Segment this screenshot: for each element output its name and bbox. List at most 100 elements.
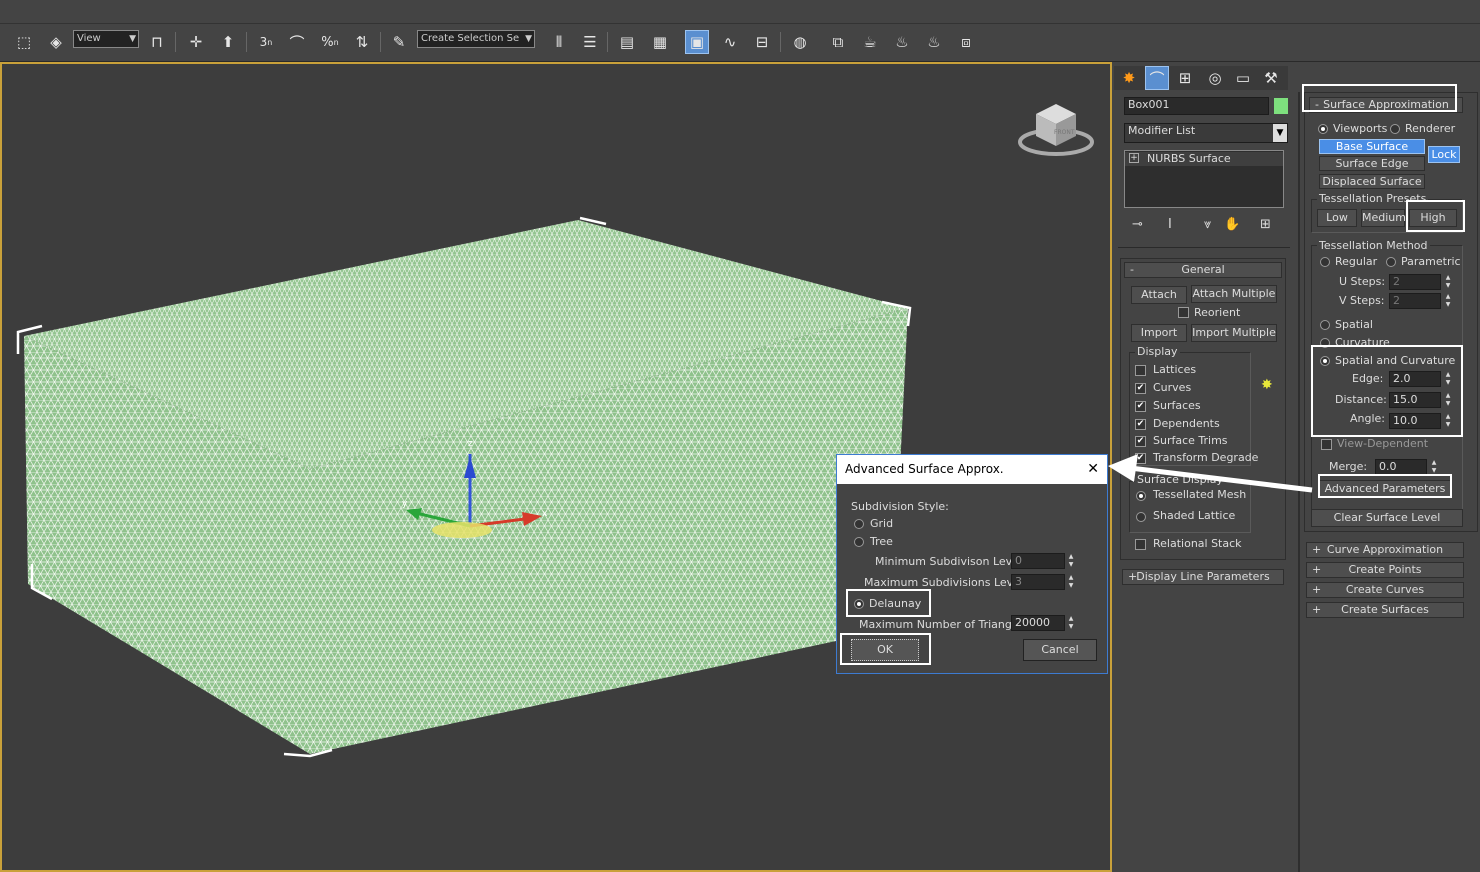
- render-teapot-icon[interactable]: ♨: [890, 30, 914, 54]
- renderer-label: Renderer: [1405, 122, 1456, 135]
- pivot-center-icon[interactable]: ⊓: [145, 30, 169, 54]
- tree-radio[interactable]: [854, 537, 864, 547]
- lattices-checkbox[interactable]: [1135, 365, 1146, 376]
- percent-snap-icon[interactable]: % n: [318, 30, 342, 54]
- viewports-radio[interactable]: [1318, 124, 1328, 134]
- schematic-view-icon[interactable]: ⊟: [750, 30, 774, 54]
- reorient-checkbox[interactable]: [1178, 307, 1189, 318]
- hierarchy-tab-icon[interactable]: ⊞: [1173, 66, 1197, 90]
- select-manipulate-icon[interactable]: ✛: [184, 30, 208, 54]
- display-line-parameters-rollout[interactable]: + Display Line Parameters: [1122, 569, 1284, 585]
- utilities-tab-icon[interactable]: ⚒: [1259, 66, 1283, 90]
- preset-low-button[interactable]: Low: [1317, 209, 1357, 227]
- viewports-label: Viewports: [1333, 122, 1388, 135]
- shaded-lattice-radio[interactable]: [1136, 512, 1146, 522]
- create-tab-icon[interactable]: ✸: [1117, 66, 1141, 90]
- stack-item[interactable]: + NURBS Surface: [1125, 152, 1283, 166]
- curves-checkbox[interactable]: ✔: [1135, 383, 1146, 394]
- render-online-icon[interactable]: ⧈: [954, 30, 978, 54]
- max-levels-spinner[interactable]: ▲ ▼: [1066, 574, 1076, 590]
- base-surface-button[interactable]: Base Surface: [1319, 139, 1425, 154]
- shaded-lattice-label: Shaded Lattice: [1153, 509, 1236, 522]
- highlight-advanced-parameters: [1318, 474, 1452, 498]
- highlight-high-preset: [1406, 200, 1465, 232]
- u-steps-spinner[interactable]: ▲ ▼: [1443, 274, 1453, 290]
- view-dependent-checkbox[interactable]: [1321, 439, 1332, 450]
- regular-radio[interactable]: [1320, 257, 1330, 267]
- align-icon[interactable]: ☰: [578, 30, 602, 54]
- create-curves-rollout[interactable]: + Create Curves: [1306, 582, 1464, 598]
- reference-coordinate-select[interactable]: View ▼: [73, 30, 139, 48]
- import-button[interactable]: Import: [1131, 324, 1187, 342]
- display-tab-icon[interactable]: ▭: [1231, 66, 1255, 90]
- material-editor-icon[interactable]: ◍: [788, 30, 812, 54]
- select-region-icon[interactable]: ⬚: [12, 30, 36, 54]
- rendered-frame-icon[interactable]: ☕: [858, 30, 882, 54]
- v-steps-spinner[interactable]: ▲ ▼: [1443, 293, 1453, 309]
- spatial-radio[interactable]: [1320, 320, 1330, 330]
- modifier-stack: + NURBS Surface: [1124, 150, 1284, 208]
- attach-multiple-button[interactable]: Attach Multiple: [1191, 285, 1277, 303]
- surfaces-checkbox[interactable]: ✔: [1135, 401, 1146, 412]
- min-levels-spinner[interactable]: ▲ ▼: [1066, 553, 1076, 569]
- curve-editor-icon[interactable]: ∿: [718, 30, 742, 54]
- show-end-result-icon[interactable]: Ⅰ: [1168, 217, 1172, 232]
- pin-stack-icon[interactable]: ⊸: [1132, 217, 1143, 232]
- make-unique-icon[interactable]: ⩔: [1204, 217, 1211, 232]
- motion-tab-icon[interactable]: ◎: [1203, 66, 1227, 90]
- merge-field[interactable]: 0.0: [1375, 459, 1427, 475]
- merge-spinner[interactable]: ▲ ▼: [1429, 459, 1439, 475]
- curve-approximation-rollout[interactable]: + Curve Approximation: [1306, 542, 1464, 558]
- edit-named-selection-icon[interactable]: ✎: [387, 30, 411, 54]
- scene-explorer-icon[interactable]: ▣: [685, 30, 709, 54]
- snaps-toggle-icon[interactable]: 3n: [254, 30, 278, 54]
- stack-tools: ⊸ Ⅰ ⩔ ✋ ⊞: [1124, 214, 1284, 236]
- view-dependent-label: View-Dependent: [1337, 437, 1429, 450]
- relational-stack-label: Relational Stack: [1153, 537, 1242, 550]
- angle-snap-icon[interactable]: ⌒: [285, 30, 309, 54]
- surface-trims-checkbox[interactable]: ✔: [1135, 436, 1146, 447]
- lock-button[interactable]: Lock: [1428, 146, 1460, 163]
- max-levels-field[interactable]: 3: [1011, 574, 1065, 590]
- close-icon[interactable]: ✕: [1087, 455, 1099, 484]
- curves-label: Curves: [1153, 381, 1192, 394]
- import-multiple-button[interactable]: Import Multiple: [1191, 324, 1277, 342]
- object-name-field[interactable]: Box001: [1124, 97, 1269, 115]
- named-selection-set-field[interactable]: Create Selection Se ▼: [417, 30, 535, 48]
- create-surfaces-rollout[interactable]: + Create Surfaces: [1306, 602, 1464, 618]
- object-color-swatch[interactable]: [1274, 98, 1288, 114]
- surface-edge-button[interactable]: Surface Edge: [1319, 156, 1425, 171]
- u-steps-field[interactable]: 2: [1389, 274, 1441, 290]
- max-triangles-spinner[interactable]: ▲ ▼: [1066, 615, 1076, 631]
- parametric-radio[interactable]: [1386, 257, 1396, 267]
- mirror-icon[interactable]: ⫴: [547, 30, 571, 54]
- viewcube-face-label: FRONT: [1054, 129, 1075, 136]
- remove-modifier-icon[interactable]: ✋: [1224, 217, 1240, 232]
- render-setup-icon[interactable]: ⧉: [826, 30, 850, 54]
- create-points-rollout[interactable]: + Create Points: [1306, 562, 1464, 578]
- dependents-checkbox[interactable]: ✔: [1135, 419, 1146, 430]
- relational-stack-checkbox[interactable]: [1135, 539, 1146, 550]
- attach-button[interactable]: Attach: [1131, 286, 1187, 304]
- max-triangles-field[interactable]: 20000: [1011, 615, 1065, 631]
- grid-radio[interactable]: [854, 519, 864, 529]
- v-steps-field[interactable]: 2: [1389, 293, 1441, 309]
- layer-manager-icon[interactable]: ▤: [615, 30, 639, 54]
- renderer-radio[interactable]: [1390, 124, 1400, 134]
- displaced-surface-button[interactable]: Displaced Surface: [1319, 174, 1425, 189]
- modify-tab-icon[interactable]: ⌒: [1145, 66, 1169, 90]
- window-crossing-icon[interactable]: ◈: [44, 30, 68, 54]
- ribbon-toggle-icon[interactable]: ▦: [648, 30, 672, 54]
- clear-surface-level-button[interactable]: Clear Surface Level: [1311, 509, 1463, 527]
- spinner-snap-icon[interactable]: ⇅: [350, 30, 374, 54]
- preset-medium-button[interactable]: Medium: [1361, 209, 1406, 227]
- cancel-button[interactable]: Cancel: [1023, 639, 1097, 661]
- keyboard-shortcut-icon[interactable]: ⬆: [216, 30, 240, 54]
- min-levels-field[interactable]: 0: [1011, 553, 1065, 569]
- general-rollout-header[interactable]: - General: [1124, 262, 1282, 278]
- nurbs-creation-toolbox-icon[interactable]: ✸: [1261, 377, 1273, 393]
- render-iterative-icon[interactable]: ♨: [922, 30, 946, 54]
- configure-sets-icon[interactable]: ⊞: [1260, 217, 1271, 232]
- modifier-list-select[interactable]: Modifier List ▼: [1124, 123, 1288, 143]
- grid-label: Grid: [870, 517, 894, 530]
